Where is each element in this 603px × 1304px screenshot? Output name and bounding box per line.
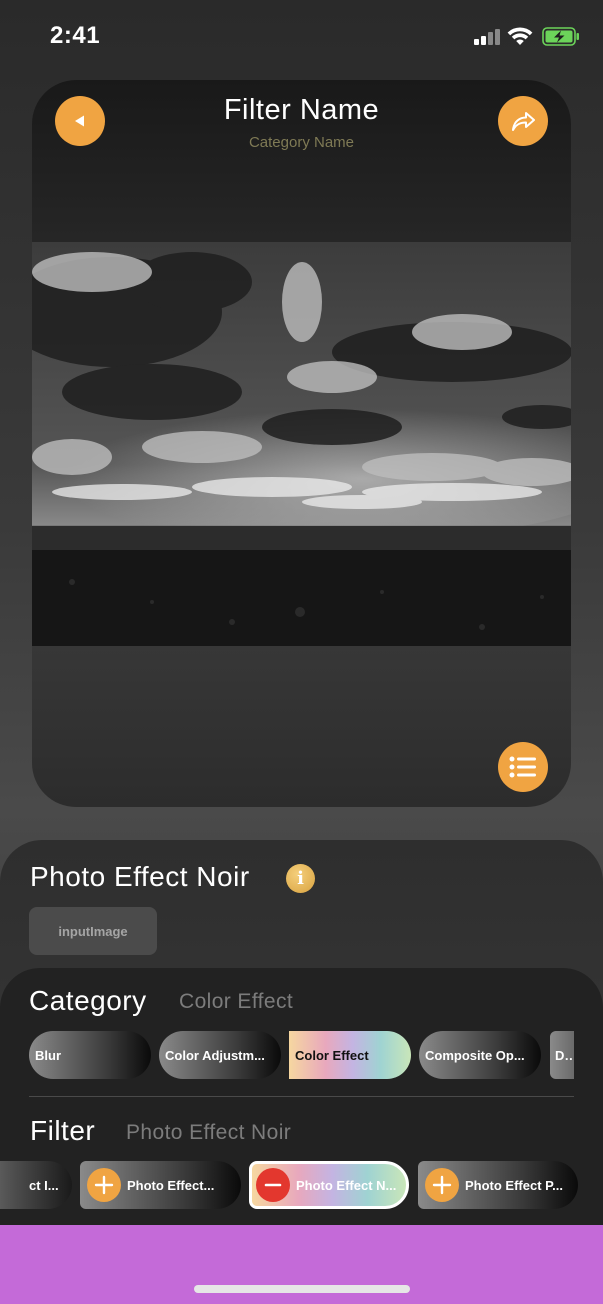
- category-pill[interactable]: Blur: [29, 1031, 151, 1079]
- filter-section-title: Filter: [30, 1115, 96, 1146]
- filter-pill-label: Photo Effect...: [127, 1177, 215, 1193]
- plus-icon: [432, 1175, 452, 1195]
- battery-charging-icon: [542, 27, 579, 46]
- category-pill[interactable]: Composite Op...: [419, 1031, 541, 1079]
- menu-button[interactable]: [498, 742, 548, 792]
- category-pill-label: Color Effect: [295, 1047, 369, 1063]
- share-button[interactable]: [498, 96, 548, 146]
- plus-icon: [94, 1175, 114, 1195]
- add-filter-button[interactable]: [425, 1168, 459, 1202]
- filter-pill-label: Photo Effect N...: [296, 1177, 397, 1193]
- filter-pill[interactable]: ct I...: [0, 1161, 72, 1209]
- category-pill-row: Blur Color Adjustm... Color Effect Compo…: [0, 1031, 603, 1079]
- filter-pill[interactable]: Photo Effect...: [80, 1161, 241, 1209]
- filter-pill[interactable]: Photo Effect P...: [418, 1161, 578, 1209]
- input-image-chip[interactable]: inputImage: [29, 907, 157, 955]
- category-pill-label: Blur: [35, 1047, 61, 1063]
- status-time: 2:41: [50, 22, 101, 49]
- category-pill[interactable]: Dis: [550, 1031, 574, 1079]
- category-pill[interactable]: Color Adjustm...: [159, 1031, 281, 1079]
- home-indicator[interactable]: [194, 1285, 410, 1293]
- filter-title: Filter Name: [223, 94, 380, 126]
- list-icon: [509, 756, 536, 778]
- selected-filter-label: Photo Effect Noir: [126, 1121, 292, 1144]
- effect-name: Photo Effect Noir: [30, 861, 250, 892]
- status-bar: 2:41: [0, 0, 603, 72]
- filter-pill-label: Photo Effect P...: [465, 1177, 563, 1193]
- remove-filter-button[interactable]: [256, 1168, 290, 1202]
- section-divider: [29, 1096, 574, 1097]
- filtered-photo: [32, 242, 571, 646]
- category-subtitle: Category Name: [248, 134, 355, 151]
- category-pill-selected[interactable]: Color Effect: [289, 1031, 411, 1079]
- filter-pill-row: ct I... Photo Effect... Photo Effect N..…: [0, 1161, 603, 1209]
- info-icon[interactable]: i: [286, 864, 315, 893]
- share-arrow-icon: [512, 112, 535, 131]
- filter-pill-label: ct I...: [29, 1177, 59, 1193]
- category-pill-label: Dis: [555, 1047, 574, 1063]
- filter-pill-selected[interactable]: Photo Effect N...: [249, 1161, 409, 1209]
- wifi-icon: [507, 27, 533, 45]
- minus-icon: [264, 1183, 282, 1187]
- category-section-title: Category: [29, 985, 147, 1016]
- category-pill-label: Composite Op...: [425, 1047, 525, 1063]
- add-filter-button[interactable]: [87, 1168, 121, 1202]
- category-pill-label: Color Adjustm...: [165, 1047, 265, 1063]
- cellular-signal-icon: [474, 29, 500, 45]
- selected-category-label: Color Effect: [179, 990, 294, 1013]
- preview-card: Filter Name Category Name: [32, 80, 571, 807]
